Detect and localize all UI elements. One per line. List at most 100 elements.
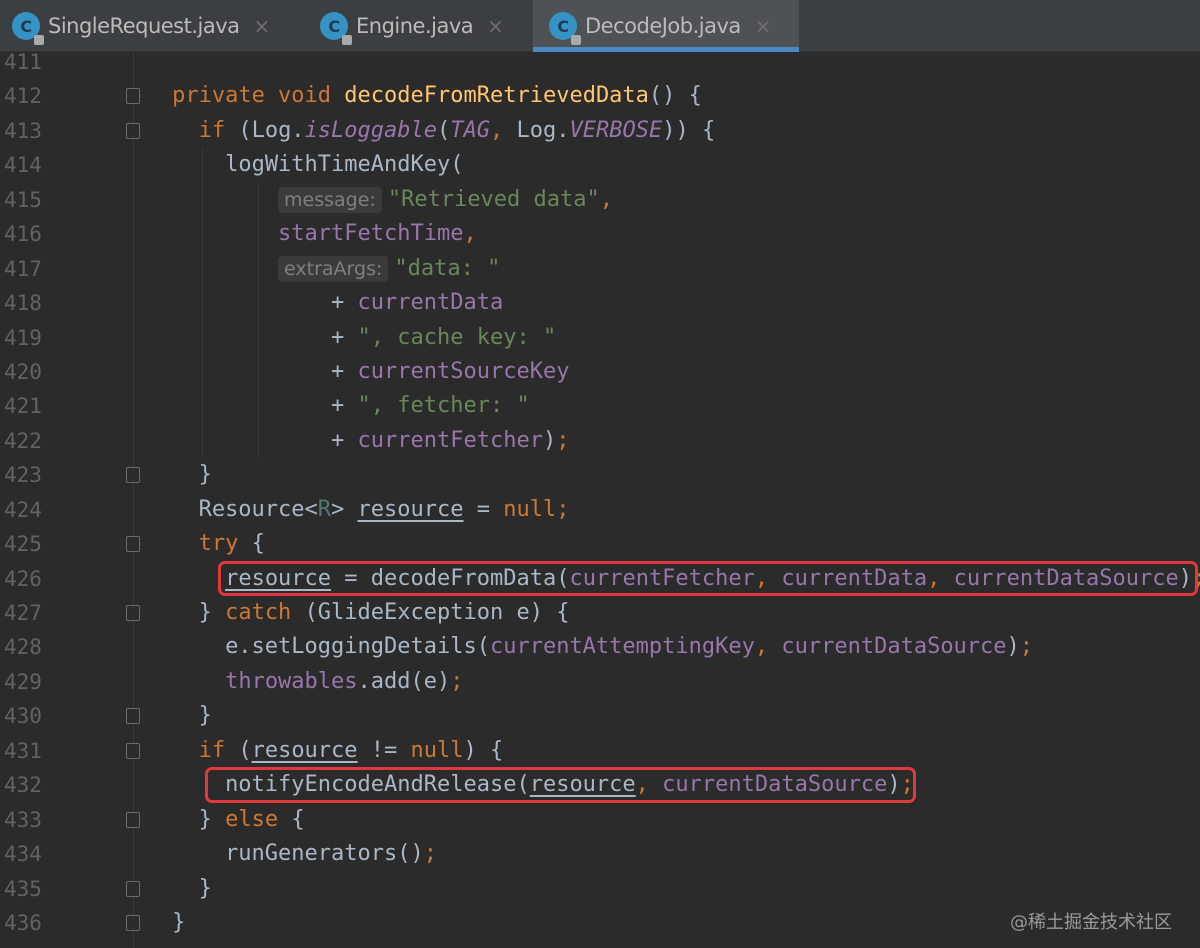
line-number: 411	[4, 50, 42, 74]
code-token: )) {	[662, 117, 716, 143]
fold-icon[interactable]	[126, 467, 140, 484]
code-line: }	[146, 872, 1200, 906]
fold-icon[interactable]	[126, 536, 140, 553]
code-token: resource	[251, 737, 358, 763]
code-token: if	[198, 737, 239, 763]
fold-icon[interactable]	[126, 708, 140, 725]
code-token: }	[145, 600, 226, 625]
code-token: }	[145, 875, 212, 901]
code-token: ;	[450, 668, 464, 694]
code-line: private void decodeFromRetrievedData() {	[146, 79, 1200, 113]
line-number: 422	[4, 428, 42, 453]
code-token: try	[198, 531, 252, 557]
close-icon[interactable]: ×	[487, 14, 504, 38]
line-number: 415	[4, 187, 42, 212]
close-icon[interactable]: ×	[755, 14, 772, 38]
line-number: 426	[4, 566, 42, 591]
code-token: ;	[423, 841, 437, 867]
code-token: }	[145, 703, 212, 729]
code-line: + currentSourceKey	[146, 355, 1200, 389]
code-token: e.setLoggingDetails(	[145, 634, 490, 660]
code-token: }	[145, 462, 212, 488]
code-token: (	[238, 737, 252, 763]
line-number: 429	[4, 669, 42, 694]
code-line: logWithTimeAndKey(	[146, 148, 1200, 182]
code-token: private void	[172, 83, 345, 109]
parameter-hint: message:	[278, 186, 382, 213]
tab-label: DecodeJob.java	[585, 14, 741, 38]
code-token: currentSourceKey	[357, 358, 570, 384]
fold-icon[interactable]	[126, 742, 140, 759]
code-line: startFetchTime,	[146, 217, 1200, 251]
line-number: 419	[4, 325, 42, 350]
tab-label: Engine.java	[356, 14, 474, 38]
code-token: startFetchTime	[278, 221, 464, 247]
line-number: 414	[4, 153, 42, 178]
code-token: +	[145, 393, 358, 419]
code-token: else	[225, 806, 292, 832]
code-line: } else {	[146, 803, 1200, 837]
lock-icon	[342, 35, 352, 45]
code-token: Log.	[516, 117, 570, 143]
code-line: if (Log.isLoggable(TAG, Log.VERBOSE)) {	[146, 114, 1200, 148]
fold-icon[interactable]	[126, 811, 140, 828]
code-editor[interactable]: private void decodeFromRetrievedData() {…	[146, 45, 1200, 940]
line-number: 428	[4, 635, 42, 660]
fold-icon[interactable]	[126, 915, 140, 931]
code-token: .add(e)	[357, 668, 451, 694]
parameter-hint: extraArgs:	[278, 255, 389, 282]
code-token: ;	[556, 427, 570, 453]
line-number: 417	[4, 256, 42, 281]
code-token: ,	[490, 117, 517, 143]
code-token: isLoggable	[304, 117, 438, 143]
code-token: +	[145, 358, 358, 384]
code-line: + currentFetcher);	[146, 424, 1200, 458]
code-token: ,	[754, 634, 782, 660]
code-token: ,	[599, 186, 614, 212]
code-token: runGenerators()	[145, 841, 424, 867]
code-token: VERBOSE	[569, 117, 663, 143]
code-token: R	[317, 496, 332, 522]
code-line: }	[146, 699, 1200, 733]
code-token: null;	[503, 496, 570, 522]
code-token: logWithTimeAndKey(	[225, 152, 464, 178]
code-token: +	[145, 324, 358, 350]
fold-icon[interactable]	[126, 88, 140, 105]
code-token: {	[291, 806, 305, 832]
code-token: ", fetcher: "	[357, 393, 530, 419]
icon-letter: C	[20, 16, 32, 36]
code-token: null	[410, 737, 464, 763]
line-number: 432	[4, 773, 42, 798]
fold-icon[interactable]	[126, 122, 140, 139]
code-token: )	[1006, 634, 1020, 660]
code-token: (Log.	[238, 117, 305, 143]
code-token: currentData	[357, 290, 504, 316]
icon-letter: C	[328, 16, 340, 36]
fold-icon[interactable]	[126, 605, 140, 622]
code-token: decodeFromRetrievedData	[344, 83, 649, 109]
close-icon[interactable]: ×	[254, 14, 271, 38]
code-line: Resource<R> resource = null;	[146, 493, 1200, 527]
code-token: }	[145, 909, 186, 935]
line-number-gutter: 411 412 413 414 415 416 417 418 419 420 421 422 423 4…	[0, 45, 150, 940]
code-line: } catch (GlideException e) {	[146, 596, 1200, 630]
icon-letter: C	[557, 16, 569, 36]
code-line: runGenerators();	[146, 837, 1200, 871]
line-number: 434	[4, 842, 42, 867]
code-token: resource	[357, 496, 464, 522]
code-line: + ", fetcher: "	[146, 389, 1200, 423]
java-class-icon: C	[320, 12, 352, 45]
code-token: currentAttemptingKey	[489, 634, 755, 660]
code-token: Resource<	[145, 496, 318, 522]
fold-icon[interactable]	[126, 880, 140, 897]
